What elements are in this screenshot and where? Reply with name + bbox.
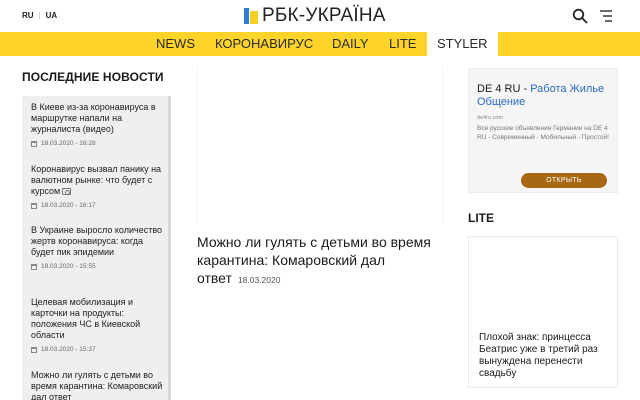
- news-item-text[interactable]: Можно ли гулять с детьми во время карант…: [31, 370, 163, 400]
- featured-date: 18.03.2020: [237, 275, 281, 285]
- news-item-date: 18.03.2020 - 16:17: [31, 202, 163, 209]
- nav-item-news[interactable]: NEWS: [156, 32, 195, 56]
- latest-news-title: ПОСЛЕДНИЕ НОВОСТИ: [22, 70, 164, 84]
- news-item-date: 18.03.2020 - 15:37: [31, 346, 163, 353]
- featured-headline[interactable]: Можно ли гулять с детьми во время карант…: [197, 233, 437, 289]
- lite-article-text[interactable]: Плохой знак: принцесса Беатрис уже в тре…: [479, 332, 611, 380]
- nav-item-daily[interactable]: DAILY: [332, 32, 369, 56]
- ad-brand: DE 4 RU: [477, 83, 521, 95]
- nav-item-styler[interactable]: STYLER: [427, 32, 498, 56]
- ad-open-button[interactable]: ОТКРЫТЬ: [521, 173, 607, 188]
- ad-title[interactable]: DE 4 RU - Работа Жилье Общение: [477, 83, 613, 109]
- latest-news-list[interactable]: В Киеве из-за коронавируса в маршрутке н…: [22, 96, 171, 400]
- nav-item-coronavirus[interactable]: КОРОНАВИРУС: [215, 32, 313, 56]
- news-item[interactable]: В Киеве из-за коронавируса в маршрутке н…: [31, 102, 163, 147]
- site-logo[interactable]: РБК-УКРАЇНА: [244, 5, 386, 27]
- calendar-icon: [31, 263, 37, 270]
- calendar-icon: [31, 140, 37, 147]
- news-item[interactable]: Целевая мобилизация и карточки на продук…: [31, 297, 163, 353]
- featured-image-placeholder[interactable]: [197, 68, 443, 224]
- search-button[interactable]: [572, 8, 588, 24]
- news-item[interactable]: Коронавирус вызвал панику на валютном ры…: [31, 164, 163, 209]
- news-item-date: 18.03.2020 - 15:55: [31, 263, 163, 270]
- ad-domain: de4ru.com: [477, 115, 503, 121]
- news-item[interactable]: Можно ли гулять с детьми во время карант…: [31, 370, 163, 400]
- ad-description: Все русские объявления Германии на DE 4 …: [477, 125, 609, 141]
- news-item-text[interactable]: Целевая мобилизация и карточки на продук…: [31, 297, 163, 341]
- featured-headline-text[interactable]: Можно ли гулять с детьми во время карант…: [197, 234, 431, 286]
- lang-ru-link[interactable]: RU: [22, 11, 34, 20]
- menu-icon: [600, 10, 612, 22]
- news-item-text[interactable]: В Киеве из-за коронавируса в маршрутке н…: [31, 102, 163, 135]
- news-item[interactable]: В Украине выросло количество жертв корон…: [31, 225, 163, 270]
- lang-separator: |: [38, 11, 41, 20]
- calendar-icon: [31, 202, 37, 209]
- search-icon: [572, 8, 588, 24]
- news-item-date: 18.03.2020 - 16:28: [31, 140, 163, 147]
- camera-icon: [62, 188, 72, 195]
- news-item-text[interactable]: Коронавирус вызвал панику на валютном ры…: [31, 164, 163, 197]
- logo-text: РБК-УКРАЇНА: [262, 5, 386, 26]
- nav-item-lite[interactable]: LITE: [389, 32, 416, 56]
- top-header: RU | UA РБК-УКРАЇНА: [0, 0, 640, 32]
- ad-block[interactable]: DE 4 RU - Работа Жилье Общение de4ru.com…: [468, 68, 618, 193]
- language-switcher: RU | UA: [22, 11, 57, 20]
- news-item-text[interactable]: В Украине выросло количество жертв корон…: [31, 225, 163, 258]
- calendar-icon: [31, 346, 37, 353]
- menu-button[interactable]: [599, 9, 615, 23]
- lite-article-card[interactable]: Плохой знак: принцесса Беатрис уже в тре…: [468, 236, 618, 388]
- logo-mark-icon: [244, 8, 258, 24]
- lite-section-title: LITE: [468, 211, 494, 225]
- lang-ua-link[interactable]: UA: [46, 11, 58, 20]
- main-nav: NEWS КОРОНАВИРУС DAILY LITE STYLER: [0, 32, 640, 56]
